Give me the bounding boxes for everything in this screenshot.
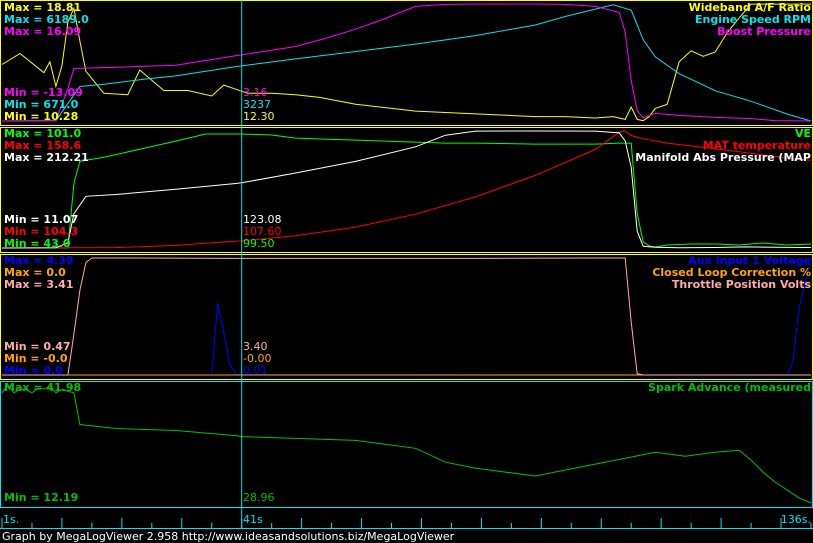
- min-ve-label: Min = 43.0: [4, 237, 71, 250]
- axis-start-label: 1s.: [3, 513, 20, 526]
- series-name-map: Manifold Abs Pressure (MAP: [635, 151, 811, 164]
- axis-cursor-label: 41s: [243, 513, 263, 526]
- max-boost-label: Max = 16.09: [4, 25, 82, 38]
- max-map-label: Max = 212.21: [4, 151, 89, 164]
- series-name-tps: Throttle Position Volts: [671, 278, 811, 291]
- cursor-aux-value: 0.01: [243, 364, 268, 377]
- axis-end-label: 136s.: [780, 513, 811, 526]
- max-spark-label: Max = 41.98: [4, 381, 82, 394]
- min-spark-label: Min = 12.19: [4, 491, 79, 504]
- min-afr-label: Min = 10.28: [4, 110, 79, 123]
- series-name-spark: Spark Advance (measured: [648, 381, 811, 394]
- footer-credit: Graph by MegaLogViewer 2.958 http://www.…: [2, 530, 455, 543]
- min-aux-label: Min = 0.0: [4, 364, 63, 377]
- max-tps-label: Max = 3.41: [4, 278, 74, 291]
- cursor-ve-value: 99.50: [243, 237, 275, 250]
- cursor-afr-value: 12.30: [243, 110, 275, 123]
- cursor-spark-value: 28.96: [243, 491, 275, 504]
- series-name-boost: Boost Pressure: [717, 25, 811, 38]
